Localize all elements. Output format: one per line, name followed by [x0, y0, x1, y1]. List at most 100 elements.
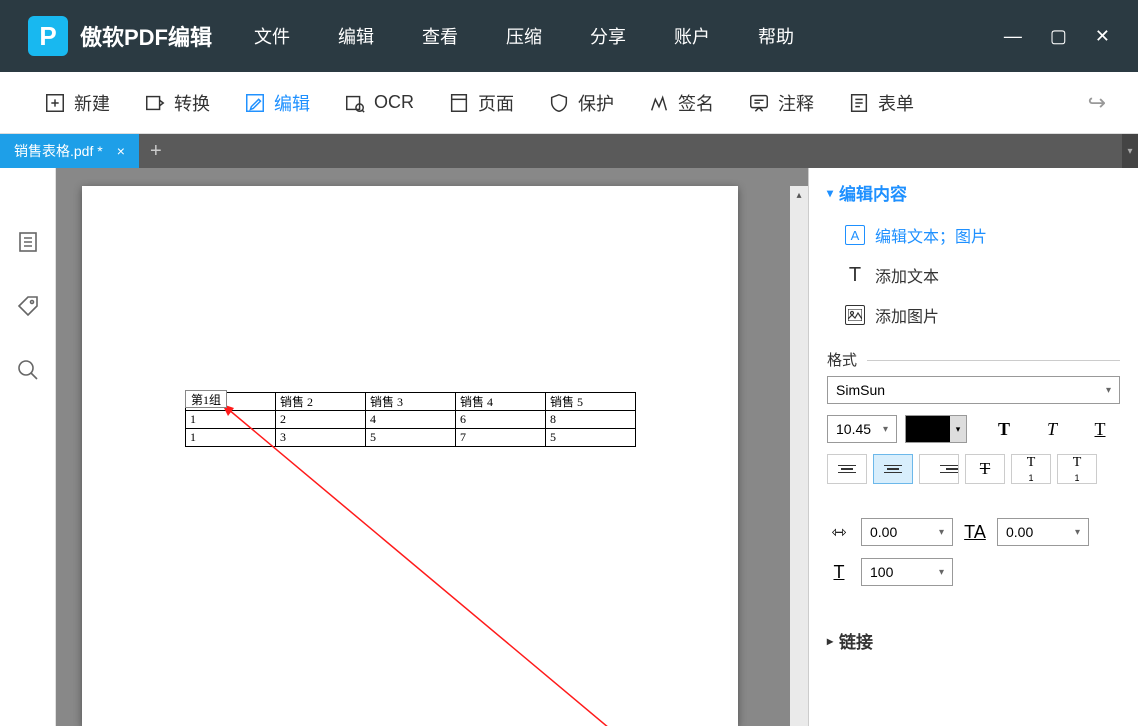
tool-new[interactable]: 新建	[32, 84, 122, 122]
font-size-value: 10.45	[836, 421, 871, 437]
left-rail	[0, 168, 56, 726]
toolbar: 新建 转换 编辑 OCR 页面 保护 签名 注释 表单 ↪	[0, 72, 1138, 134]
tool-edit[interactable]: 编辑	[232, 84, 322, 122]
panel-item-label: 添加图片	[875, 303, 939, 327]
char-spacing-select[interactable]: 0.00 ▾	[861, 518, 953, 546]
close-icon[interactable]: ✕	[1095, 26, 1110, 47]
tool-form-label: 表单	[878, 90, 914, 116]
superscript-button[interactable]: T1	[1011, 454, 1051, 484]
chevron-down-icon: ▾	[939, 527, 944, 538]
chevron-down-icon: ▾	[939, 567, 944, 578]
section-edit-content[interactable]: ▾ 编辑内容	[827, 180, 1120, 205]
panel-item-label: 编辑文本；图片	[875, 223, 987, 247]
image-icon	[845, 305, 865, 325]
tool-edit-label: 编辑	[274, 90, 310, 116]
tab-bar: 销售表格.pdf * × + ▾	[0, 134, 1138, 168]
table-row: 1 3 5 7 5	[186, 429, 636, 447]
chevron-down-icon: ▾	[827, 186, 833, 200]
maximize-icon[interactable]: ▢	[1050, 26, 1067, 47]
annotation-arrow	[222, 404, 782, 726]
font-family-select[interactable]: SimSun ▾	[827, 376, 1120, 404]
font-color-picker[interactable]: ▾	[905, 415, 967, 443]
scroll-up-icon[interactable]: ▴	[790, 186, 808, 204]
pdf-page: 第1组 销售 2 销售 3 销售 4 销售 5 1 2 4 6 8 1	[82, 186, 738, 726]
tab-title: 销售表格.pdf *	[14, 141, 103, 161]
char-spacing-value: 0.00	[870, 524, 897, 540]
panel-item-label: 添加文本	[875, 263, 939, 287]
scale-icon: T	[827, 562, 851, 583]
tool-ocr[interactable]: OCR	[332, 86, 426, 120]
tags-icon[interactable]	[16, 294, 40, 318]
search-icon[interactable]	[16, 358, 40, 382]
vertical-scrollbar[interactable]: ▴	[790, 186, 808, 726]
underline-button[interactable]: T	[1080, 414, 1120, 444]
chevron-down-icon: ▾	[883, 424, 888, 435]
tab-dropdown-icon[interactable]: ▾	[1122, 134, 1138, 168]
font-family-value: SimSun	[836, 382, 885, 398]
panel-add-text[interactable]: T 添加文本	[827, 255, 1120, 295]
italic-button[interactable]: T	[1032, 414, 1072, 444]
scale-value: 100	[870, 564, 893, 580]
tool-page-label: 页面	[478, 90, 514, 116]
tool-page[interactable]: 页面	[436, 84, 526, 122]
chevron-down-icon: ▾	[950, 416, 966, 442]
tool-protect-label: 保护	[578, 90, 614, 116]
section-title: 链接	[839, 628, 873, 653]
strikethrough-button[interactable]: T	[965, 454, 1005, 484]
tool-annotate[interactable]: 注释	[736, 84, 826, 122]
chevron-down-icon: ▾	[1106, 385, 1111, 396]
section-title: 编辑内容	[839, 180, 907, 205]
tool-new-label: 新建	[74, 90, 110, 116]
bold-button[interactable]: T	[984, 414, 1024, 444]
right-panel: ▾ 编辑内容 A 编辑文本；图片 T 添加文本 添加图片 格式 SimSun ▾ 10.…	[808, 168, 1138, 726]
minimize-icon[interactable]: —	[1004, 26, 1022, 47]
menu-share[interactable]: 分享	[566, 23, 650, 49]
word-spacing-icon: TA	[963, 522, 987, 543]
align-right-button[interactable]	[919, 454, 959, 484]
canvas-area[interactable]: 第1组 销售 2 销售 3 销售 4 销售 5 1 2 4 6 8 1	[56, 168, 808, 726]
tool-convert[interactable]: 转换	[132, 84, 222, 122]
menu-compress[interactable]: 压缩	[482, 23, 566, 49]
char-spacing-icon: ⇿	[827, 522, 851, 543]
main-area: 第1组 销售 2 销售 3 销售 4 销售 5 1 2 4 6 8 1	[0, 168, 1138, 726]
tab-close-icon[interactable]: ×	[117, 143, 125, 159]
thumbnails-icon[interactable]	[16, 230, 40, 254]
tool-protect[interactable]: 保护	[536, 84, 626, 122]
subscript-button[interactable]: T1	[1057, 454, 1097, 484]
tool-ocr-label: OCR	[374, 92, 414, 113]
align-left-button[interactable]	[827, 454, 867, 484]
tool-convert-label: 转换	[174, 90, 210, 116]
word-spacing-value: 0.00	[1006, 524, 1033, 540]
format-section-label: 格式	[827, 349, 1120, 370]
font-size-select[interactable]: 10.45 ▾	[827, 415, 897, 443]
tool-sign-label: 签名	[678, 90, 714, 116]
title-bar: P 傲软PDF编辑 文件 编辑 查看 压缩 分享 账户 帮助 — ▢ ✕	[0, 0, 1138, 72]
app-logo: P	[28, 16, 68, 56]
scale-select[interactable]: 100 ▾	[861, 558, 953, 586]
menu-edit[interactable]: 编辑	[314, 23, 398, 49]
document-table: 销售 2 销售 3 销售 4 销售 5 1 2 4 6 8 1 3 5 7	[185, 392, 636, 447]
word-spacing-select[interactable]: 0.00 ▾	[997, 518, 1089, 546]
menu-file[interactable]: 文件	[230, 23, 314, 49]
document-tab[interactable]: 销售表格.pdf * ×	[0, 134, 139, 168]
tool-form[interactable]: 表单	[836, 84, 926, 122]
table-row: 1 2 4 6 8	[186, 411, 636, 429]
section-link[interactable]: ▸ 链接	[827, 628, 1120, 653]
share-arrow-icon[interactable]: ↪	[1088, 90, 1106, 116]
align-center-button[interactable]	[873, 454, 913, 484]
menu-account[interactable]: 账户	[650, 23, 734, 49]
panel-edit-text-image[interactable]: A 编辑文本；图片	[827, 215, 1120, 255]
text-t-icon: T	[845, 265, 865, 285]
chevron-down-icon: ▾	[1075, 527, 1080, 538]
menu-view[interactable]: 查看	[398, 23, 482, 49]
chevron-right-icon: ▸	[827, 634, 833, 648]
window-controls: — ▢ ✕	[1004, 26, 1138, 47]
text-a-icon: A	[845, 225, 865, 245]
app-name: 傲软PDF编辑	[80, 20, 212, 52]
tool-sign[interactable]: 签名	[636, 84, 726, 122]
tool-annotate-label: 注释	[778, 90, 814, 116]
panel-add-image[interactable]: 添加图片	[827, 295, 1120, 335]
menu-help[interactable]: 帮助	[734, 23, 818, 49]
add-tab-button[interactable]: +	[139, 134, 173, 168]
cell-edit-box[interactable]: 第1组	[185, 390, 227, 408]
